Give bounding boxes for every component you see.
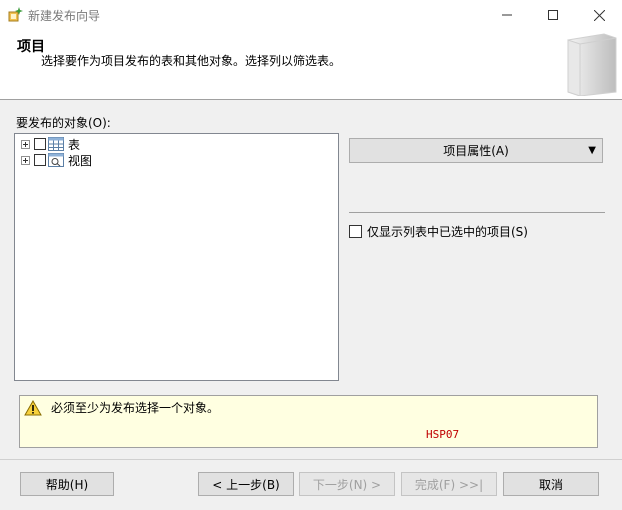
tables-checkbox[interactable] bbox=[34, 138, 46, 150]
publication-book-icon bbox=[567, 33, 617, 96]
footer-divider bbox=[0, 459, 622, 460]
finish-button[interactable]: 完成(F) >>| bbox=[401, 472, 497, 496]
minimize-button[interactable] bbox=[484, 0, 530, 30]
close-button[interactable] bbox=[576, 0, 622, 30]
wizard-header: 项目 选择要作为项目发布的表和其他对象。选择列以筛选表。 bbox=[0, 30, 622, 100]
tree-node-views[interactable]: 视图 bbox=[21, 152, 92, 168]
close-icon bbox=[593, 9, 605, 21]
wizard-app-icon bbox=[8, 7, 23, 22]
article-properties-button[interactable]: 项目属性(A) ▼ bbox=[349, 138, 603, 163]
maximize-icon bbox=[548, 10, 558, 20]
objects-to-publish-label: 要发布的对象(O): bbox=[16, 116, 111, 130]
dropdown-arrow-icon: ▼ bbox=[588, 145, 596, 156]
tree-label-views: 视图 bbox=[68, 153, 93, 168]
expand-tables-icon[interactable] bbox=[21, 139, 30, 149]
show-only-checked-checkbox[interactable] bbox=[349, 225, 362, 238]
expand-views-icon[interactable] bbox=[21, 155, 30, 165]
maximize-button[interactable] bbox=[530, 0, 576, 30]
views-checkbox[interactable] bbox=[34, 154, 46, 166]
show-only-checked-label: 仅显示列表中已选中的项目(S) bbox=[367, 225, 528, 239]
help-button[interactable]: 帮助(H) bbox=[20, 472, 114, 496]
view-icon bbox=[48, 153, 64, 167]
minimize-icon bbox=[502, 14, 512, 16]
message-panel: 必须至少为发布选择一个对象。 HSP07 bbox=[19, 395, 598, 448]
warning-icon bbox=[24, 400, 42, 416]
divider bbox=[349, 212, 605, 213]
cancel-button[interactable]: 取消 bbox=[503, 472, 599, 496]
back-button[interactable]: < 上一步(B) bbox=[198, 472, 294, 496]
tree-node-tables[interactable]: 表 bbox=[21, 136, 80, 152]
show-only-checked-option[interactable]: 仅显示列表中已选中的项目(S) bbox=[349, 223, 528, 240]
objects-tree[interactable]: 表 视图 bbox=[14, 133, 339, 381]
next-button[interactable]: 下一步(N) > bbox=[299, 472, 395, 496]
server-name: HSP07 bbox=[426, 428, 460, 441]
table-icon bbox=[48, 137, 64, 151]
title-bar: 新建发布向导 bbox=[0, 0, 622, 30]
warning-message: 必须至少为发布选择一个对象。 bbox=[51, 401, 220, 415]
page-subtitle: 选择要作为项目发布的表和其他对象。选择列以筛选表。 bbox=[41, 54, 342, 68]
window-title: 新建发布向导 bbox=[28, 9, 101, 23]
tree-label-tables: 表 bbox=[68, 137, 81, 152]
article-properties-label: 项目属性(A) bbox=[443, 144, 509, 158]
